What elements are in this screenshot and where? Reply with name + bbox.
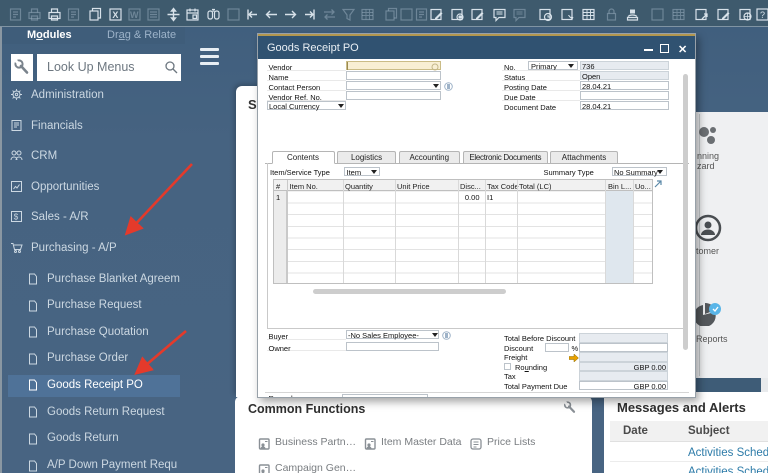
svg-text:W: W [130,10,139,20]
svg-text:X: X [112,10,118,20]
svg-text:?: ? [760,10,765,20]
svg-text:$: $ [14,213,19,222]
